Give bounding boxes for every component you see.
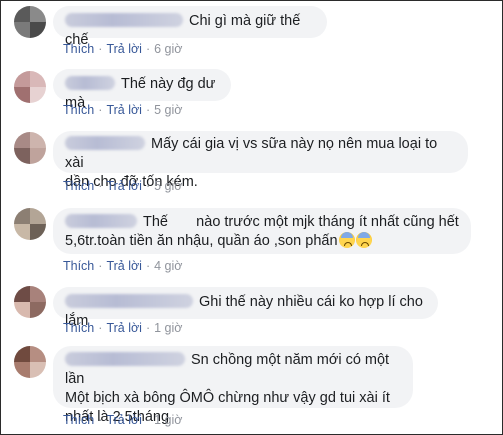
comment-bubble: Mấy cái gia vị vs sữa này nọ nên mua loạ… <box>53 131 468 190</box>
avatar[interactable] <box>14 346 46 378</box>
like-button[interactable]: Thích <box>63 103 94 117</box>
timestamp[interactable]: 6 giờ <box>154 42 182 56</box>
avatar[interactable] <box>14 71 46 103</box>
comment-actions: Thích · Trả lời · 5 giờ <box>63 179 182 193</box>
separator: · <box>98 179 103 193</box>
separator: · <box>98 42 103 56</box>
separator: · <box>145 413 151 427</box>
comment-bubble: Ghi thế này nhiều cái ko hợp lí cho lắm <box>53 287 438 329</box>
timestamp[interactable]: 4 giờ <box>154 259 182 273</box>
reply-button[interactable]: Trả lời <box>106 413 142 427</box>
avatar[interactable] <box>14 286 46 318</box>
separator: · <box>145 259 151 273</box>
reply-button[interactable]: Trả lời <box>106 103 142 117</box>
comment-bubble: Thế nào trước một mjk tháng ít nhất cũng… <box>53 208 471 254</box>
like-button[interactable]: Thích <box>63 259 94 273</box>
separator: · <box>98 321 103 335</box>
fearful-face-emoji <box>355 232 372 248</box>
comment-actions: Thích · Trả lời · 5 giờ <box>63 103 182 117</box>
separator: · <box>98 103 103 117</box>
comment-actions: Thích · Trả lời · 1 giờ <box>63 413 182 427</box>
separator: · <box>98 413 103 427</box>
like-button[interactable]: Thích <box>63 179 94 193</box>
commenter-name[interactable] <box>65 214 137 228</box>
comment-actions: Thích · Trả lời · 4 giờ <box>63 259 182 273</box>
reply-button[interactable]: Trả lời <box>106 321 142 335</box>
comment-text-line-1: Thế nào trước một mjk tháng ít nhất cũng… <box>143 214 459 230</box>
avatar[interactable] <box>14 208 46 240</box>
commenter-name[interactable] <box>65 13 183 27</box>
reply-button[interactable]: Trả lời <box>106 179 142 193</box>
like-button[interactable]: Thích <box>63 42 94 56</box>
like-button[interactable]: Thích <box>63 321 94 335</box>
separator: · <box>145 321 151 335</box>
comment-actions: Thích · Trả lời · 1 giờ <box>63 321 182 335</box>
separator: · <box>145 179 151 193</box>
comment-bubble: Sn chồng một năm mới có một lần Một bịch… <box>53 346 413 425</box>
separator: · <box>145 103 151 117</box>
avatar[interactable] <box>14 6 46 38</box>
avatar[interactable] <box>14 132 46 164</box>
comment-thread: Chi gì mà giữ thế chế Thích · Trả lời · 6 gi… <box>0 0 503 435</box>
like-button[interactable]: Thích <box>63 413 94 427</box>
commenter-name[interactable] <box>65 352 185 366</box>
separator: · <box>98 259 103 273</box>
timestamp[interactable]: 1 giờ <box>154 413 182 427</box>
commenter-name[interactable] <box>65 136 145 150</box>
timestamp[interactable]: 1 giờ <box>154 321 182 335</box>
reply-button[interactable]: Trả lời <box>106 259 142 273</box>
commenter-name[interactable] <box>65 76 115 90</box>
comment-text-line-2: 5,6tr.toàn tiền ăn nhậu, quần áo ,son ph… <box>65 233 338 249</box>
comment-text-line-2: Một bịch xà bông ÔMÔ chừng như vậy gd tu… <box>65 390 390 406</box>
timestamp[interactable]: 5 giờ <box>154 179 182 193</box>
timestamp[interactable]: 5 giờ <box>154 103 182 117</box>
fearful-face-emoji <box>338 232 355 248</box>
comment-bubble: Chi gì mà giữ thế chế <box>53 6 327 48</box>
commenter-name[interactable] <box>65 294 193 308</box>
comment-bubble: Thế này đg dư mà <box>53 69 231 111</box>
separator: · <box>145 42 151 56</box>
comment-actions: Thích · Trả lời · 6 giờ <box>63 42 182 56</box>
reply-button[interactable]: Trả lời <box>106 42 142 56</box>
